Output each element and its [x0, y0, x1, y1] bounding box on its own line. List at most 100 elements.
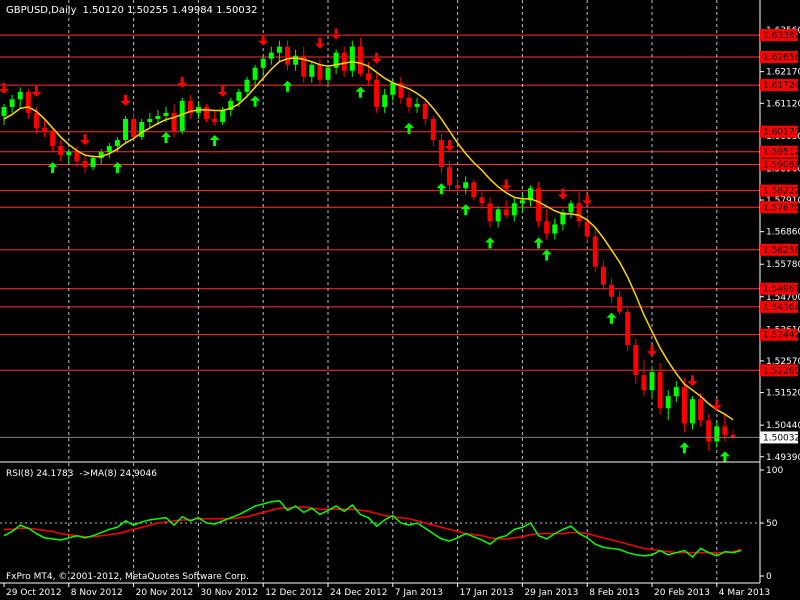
rsi-tick-label: 0 — [766, 572, 772, 582]
candle-body — [657, 372, 663, 409]
time-tick-label: 30 Nov 2012 — [200, 588, 258, 598]
rsi-ma-label: ->MA(8) 24.9046 — [79, 469, 157, 479]
candle-body — [576, 203, 582, 222]
candle-body — [260, 58, 266, 68]
candle-body — [1, 106, 7, 116]
candle-body — [58, 146, 64, 156]
chart-window[interactable]: GBPUSD,Daily 1.50120 1.50255 1.49984 1.50… — [0, 0, 800, 600]
candle-body — [706, 420, 712, 442]
candle-body — [66, 152, 72, 156]
candle-body — [722, 426, 728, 436]
level-label: 1.61724 — [763, 81, 800, 91]
candle-body — [390, 82, 396, 95]
current-price-label: 1.50032 — [763, 433, 800, 443]
candle-body — [341, 52, 347, 71]
candle-body — [171, 112, 177, 132]
time-tick-label: 20 Nov 2012 — [136, 588, 194, 598]
candle-body — [438, 140, 444, 168]
price-tick-label: 1.56860 — [766, 228, 800, 238]
candle-body — [511, 203, 517, 216]
candle-body — [584, 221, 590, 237]
candle-body — [552, 224, 558, 234]
level-label: 1.54364 — [763, 303, 800, 313]
time-tick-label: 8 Feb 2013 — [589, 588, 639, 598]
price-tick-label: 1.50440 — [766, 421, 800, 431]
rsi-label: RSI(8) 24.1783 — [6, 469, 73, 479]
candle-body — [641, 375, 647, 391]
candle-body — [633, 344, 639, 376]
time-tick-label: 12 Dec 2012 — [265, 588, 323, 598]
candle-body — [366, 73, 371, 80]
candle-body — [131, 118, 137, 138]
candle-body — [82, 161, 88, 168]
rsi-tick-label: 50 — [766, 519, 778, 529]
candle-body — [155, 115, 161, 119]
candle-body — [17, 91, 23, 100]
level-label: 1.57670 — [763, 203, 800, 213]
level-label: 1.52260 — [763, 366, 800, 376]
level-label: 1.59088 — [763, 161, 800, 171]
time-tick-label: 17 Jan 2013 — [460, 588, 514, 598]
candle-body — [276, 46, 282, 53]
time-tick-label: 4 Mar 2013 — [719, 588, 770, 598]
candle-body — [536, 188, 542, 222]
candle-body — [179, 100, 185, 132]
candle-body — [406, 97, 412, 107]
level-label: 1.58222 — [763, 187, 800, 197]
candle-body — [495, 209, 501, 222]
chart-header: GBPUSD,Daily 1.50120 1.50255 1.49984 1.50… — [6, 5, 257, 16]
candle-body — [471, 182, 477, 198]
ohlc-values: 1.50120 1.50255 1.49984 1.50032 — [83, 5, 258, 16]
candle-body — [382, 94, 388, 107]
price-tick-label: 1.61120 — [766, 99, 800, 109]
candle-body — [690, 399, 695, 424]
candle-body — [114, 140, 120, 147]
candle-body — [139, 121, 145, 138]
level-label: 1.63382 — [763, 31, 800, 41]
candle-body — [349, 46, 355, 71]
candle-body — [503, 209, 509, 216]
candle-body — [600, 266, 606, 285]
candle-body — [592, 236, 598, 267]
candle-body — [430, 118, 436, 141]
candle-body — [50, 131, 56, 147]
candle-body — [42, 127, 47, 132]
candle-body — [357, 46, 363, 74]
candle-body — [698, 399, 704, 421]
candle-body — [479, 197, 485, 204]
candle-body — [212, 118, 218, 122]
time-tick-label: 8 Nov 2012 — [71, 588, 123, 598]
candle-body — [74, 152, 80, 162]
rsi-tick-label: 100 — [766, 466, 783, 476]
candle-body — [236, 91, 242, 101]
copyright-text: FxPro MT4, © 2001-2012, MetaQuotes Softw… — [6, 572, 249, 582]
candle-body — [625, 311, 631, 345]
level-label: 1.54967 — [763, 285, 800, 295]
time-tick-label: 7 Jan 2013 — [395, 588, 443, 598]
candle-body — [252, 67, 258, 80]
symbol-timeframe: GBPUSD,Daily — [6, 5, 77, 16]
candle-body — [714, 426, 720, 442]
price-tick-label: 1.55780 — [766, 260, 800, 270]
candle-body — [568, 203, 574, 213]
candle-body — [374, 79, 380, 107]
candle-body — [544, 221, 550, 234]
time-tick-label: 20 Feb 2013 — [654, 588, 710, 598]
level-label: 1.56258 — [763, 246, 800, 256]
time-tick-label: 29 Oct 2012 — [6, 588, 62, 598]
rsi-header: RSI(8) 24.1783 ->MA(8) 24.9046 — [6, 469, 157, 479]
candle-body — [106, 146, 112, 153]
candle-body — [163, 112, 169, 116]
candle-body — [519, 200, 525, 204]
level-label: 1.59512 — [763, 148, 800, 158]
price-tick-label: 1.49390 — [766, 453, 800, 463]
candle-body — [90, 158, 96, 168]
candle-body — [25, 91, 31, 113]
level-label: 1.53442 — [763, 331, 800, 341]
candle-body — [681, 387, 687, 424]
price-tick-label: 1.62170 — [766, 68, 800, 78]
candle-body — [268, 52, 274, 59]
candle-body — [463, 182, 469, 189]
price-tick-label: 1.51520 — [766, 389, 800, 399]
candle-body — [422, 103, 428, 119]
